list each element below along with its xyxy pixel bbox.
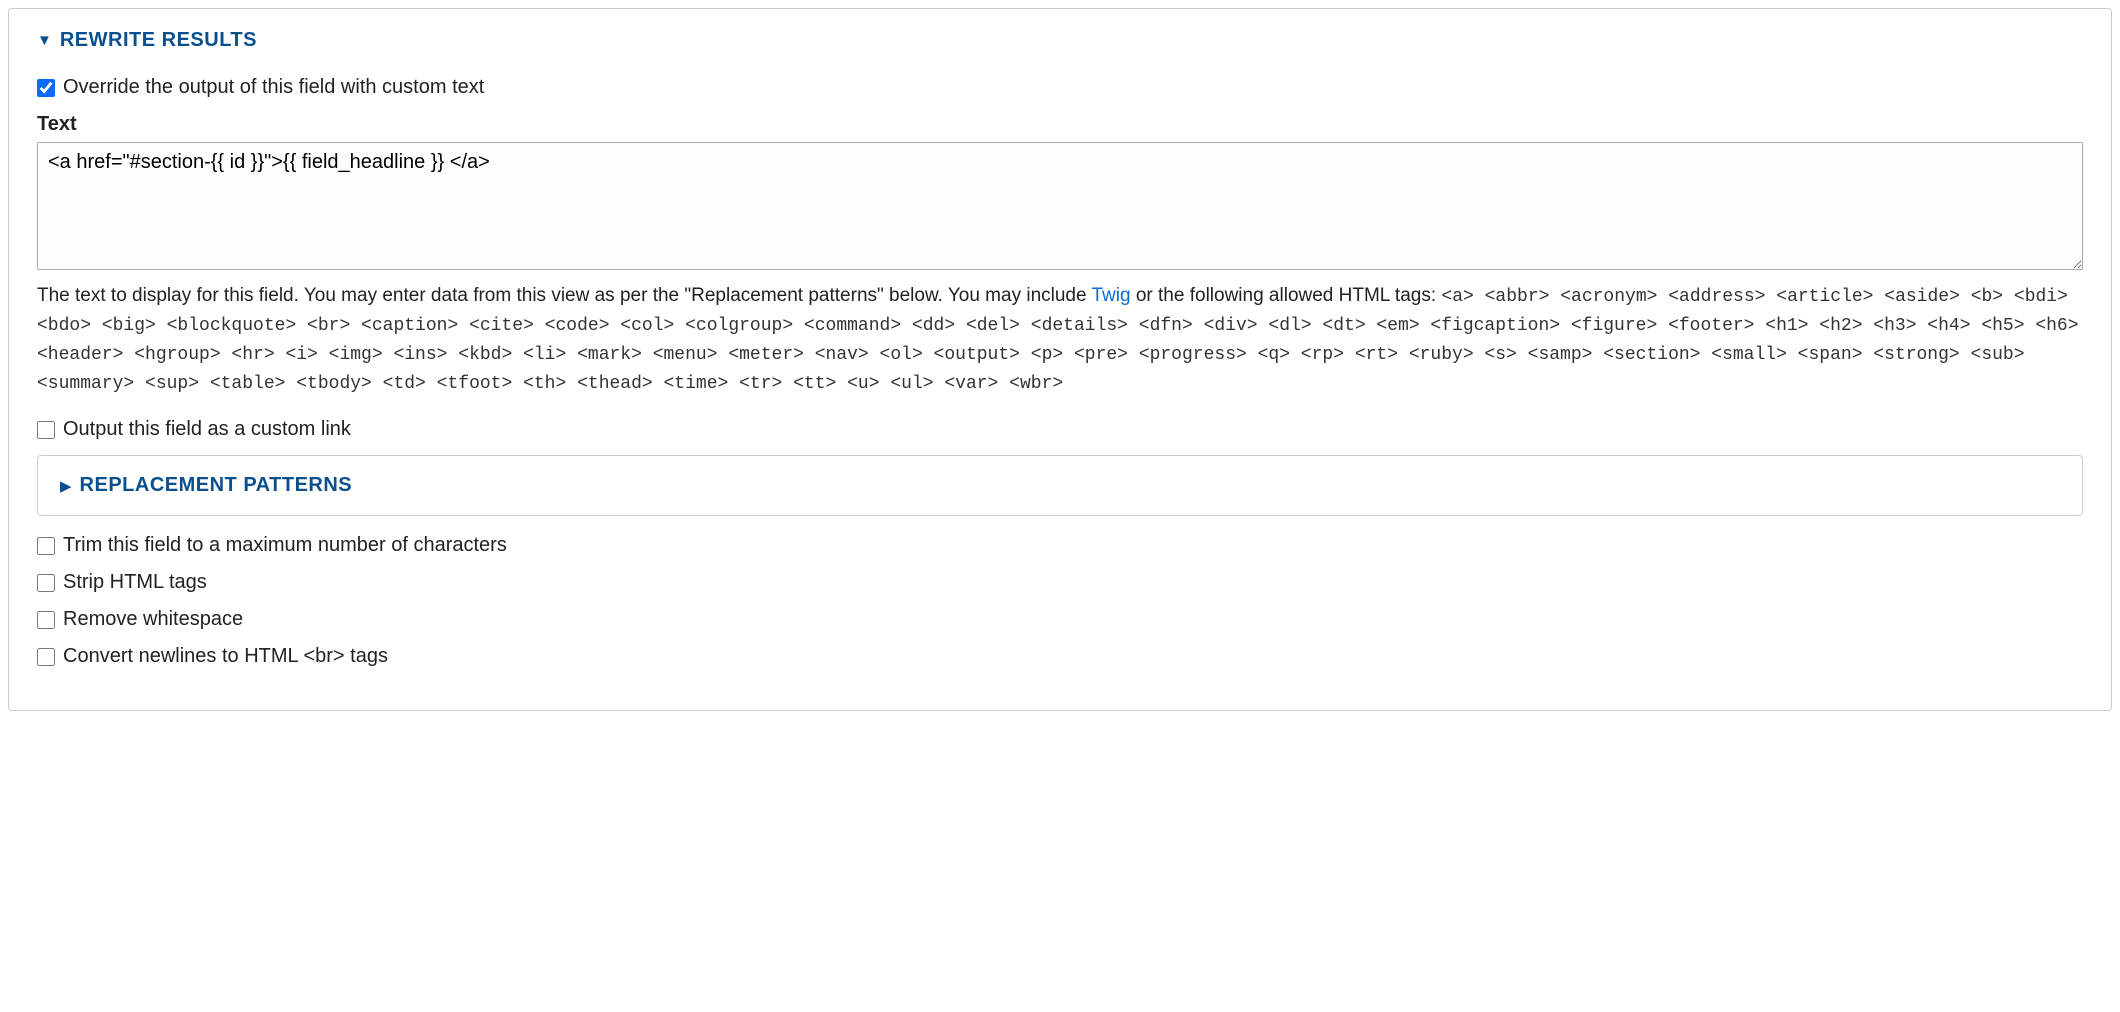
convert-newlines-row: Convert newlines to HTML <br> tags (37, 645, 2083, 668)
remove-whitespace-checkbox[interactable] (37, 611, 55, 629)
caret-down-icon: ▼ (37, 33, 52, 48)
text-field-description: The text to display for this field. You … (37, 282, 2083, 398)
replacement-patterns-title: REPLACEMENT PATTERNS (80, 474, 353, 497)
section-title: REWRITE RESULTS (60, 29, 257, 52)
override-output-checkbox[interactable] (37, 79, 55, 97)
strip-html-checkbox[interactable] (37, 574, 55, 592)
strip-html-label[interactable]: Strip HTML tags (63, 571, 207, 594)
convert-newlines-checkbox[interactable] (37, 648, 55, 666)
twig-link[interactable]: Twig (1092, 285, 1131, 306)
replacement-patterns-toggle[interactable]: ▶ REPLACEMENT PATTERNS (60, 474, 2060, 497)
description-middle: or the following allowed HTML tags: (1131, 285, 1442, 306)
trim-label[interactable]: Trim this field to a maximum number of c… (63, 534, 507, 557)
trim-checkbox[interactable] (37, 537, 55, 555)
rewrite-results-toggle[interactable]: ▼ REWRITE RESULTS (37, 29, 2083, 52)
override-output-label[interactable]: Override the output of this field with c… (63, 76, 484, 99)
custom-link-row: Output this field as a custom link (37, 418, 2083, 441)
remove-whitespace-row: Remove whitespace (37, 608, 2083, 631)
convert-newlines-label[interactable]: Convert newlines to HTML <br> tags (63, 645, 388, 668)
rewrite-results-panel: ▼ REWRITE RESULTS Override the output of… (8, 8, 2112, 711)
custom-link-checkbox[interactable] (37, 421, 55, 439)
override-output-row: Override the output of this field with c… (37, 76, 2083, 99)
replacement-patterns-panel: ▶ REPLACEMENT PATTERNS (37, 455, 2083, 516)
custom-link-label[interactable]: Output this field as a custom link (63, 418, 351, 441)
trim-row: Trim this field to a maximum number of c… (37, 534, 2083, 557)
strip-html-row: Strip HTML tags (37, 571, 2083, 594)
text-field-input[interactable] (37, 142, 2083, 270)
text-field-label: Text (37, 113, 2083, 136)
caret-right-icon: ▶ (60, 477, 72, 495)
remove-whitespace-label[interactable]: Remove whitespace (63, 608, 243, 631)
description-prefix: The text to display for this field. You … (37, 285, 1092, 306)
